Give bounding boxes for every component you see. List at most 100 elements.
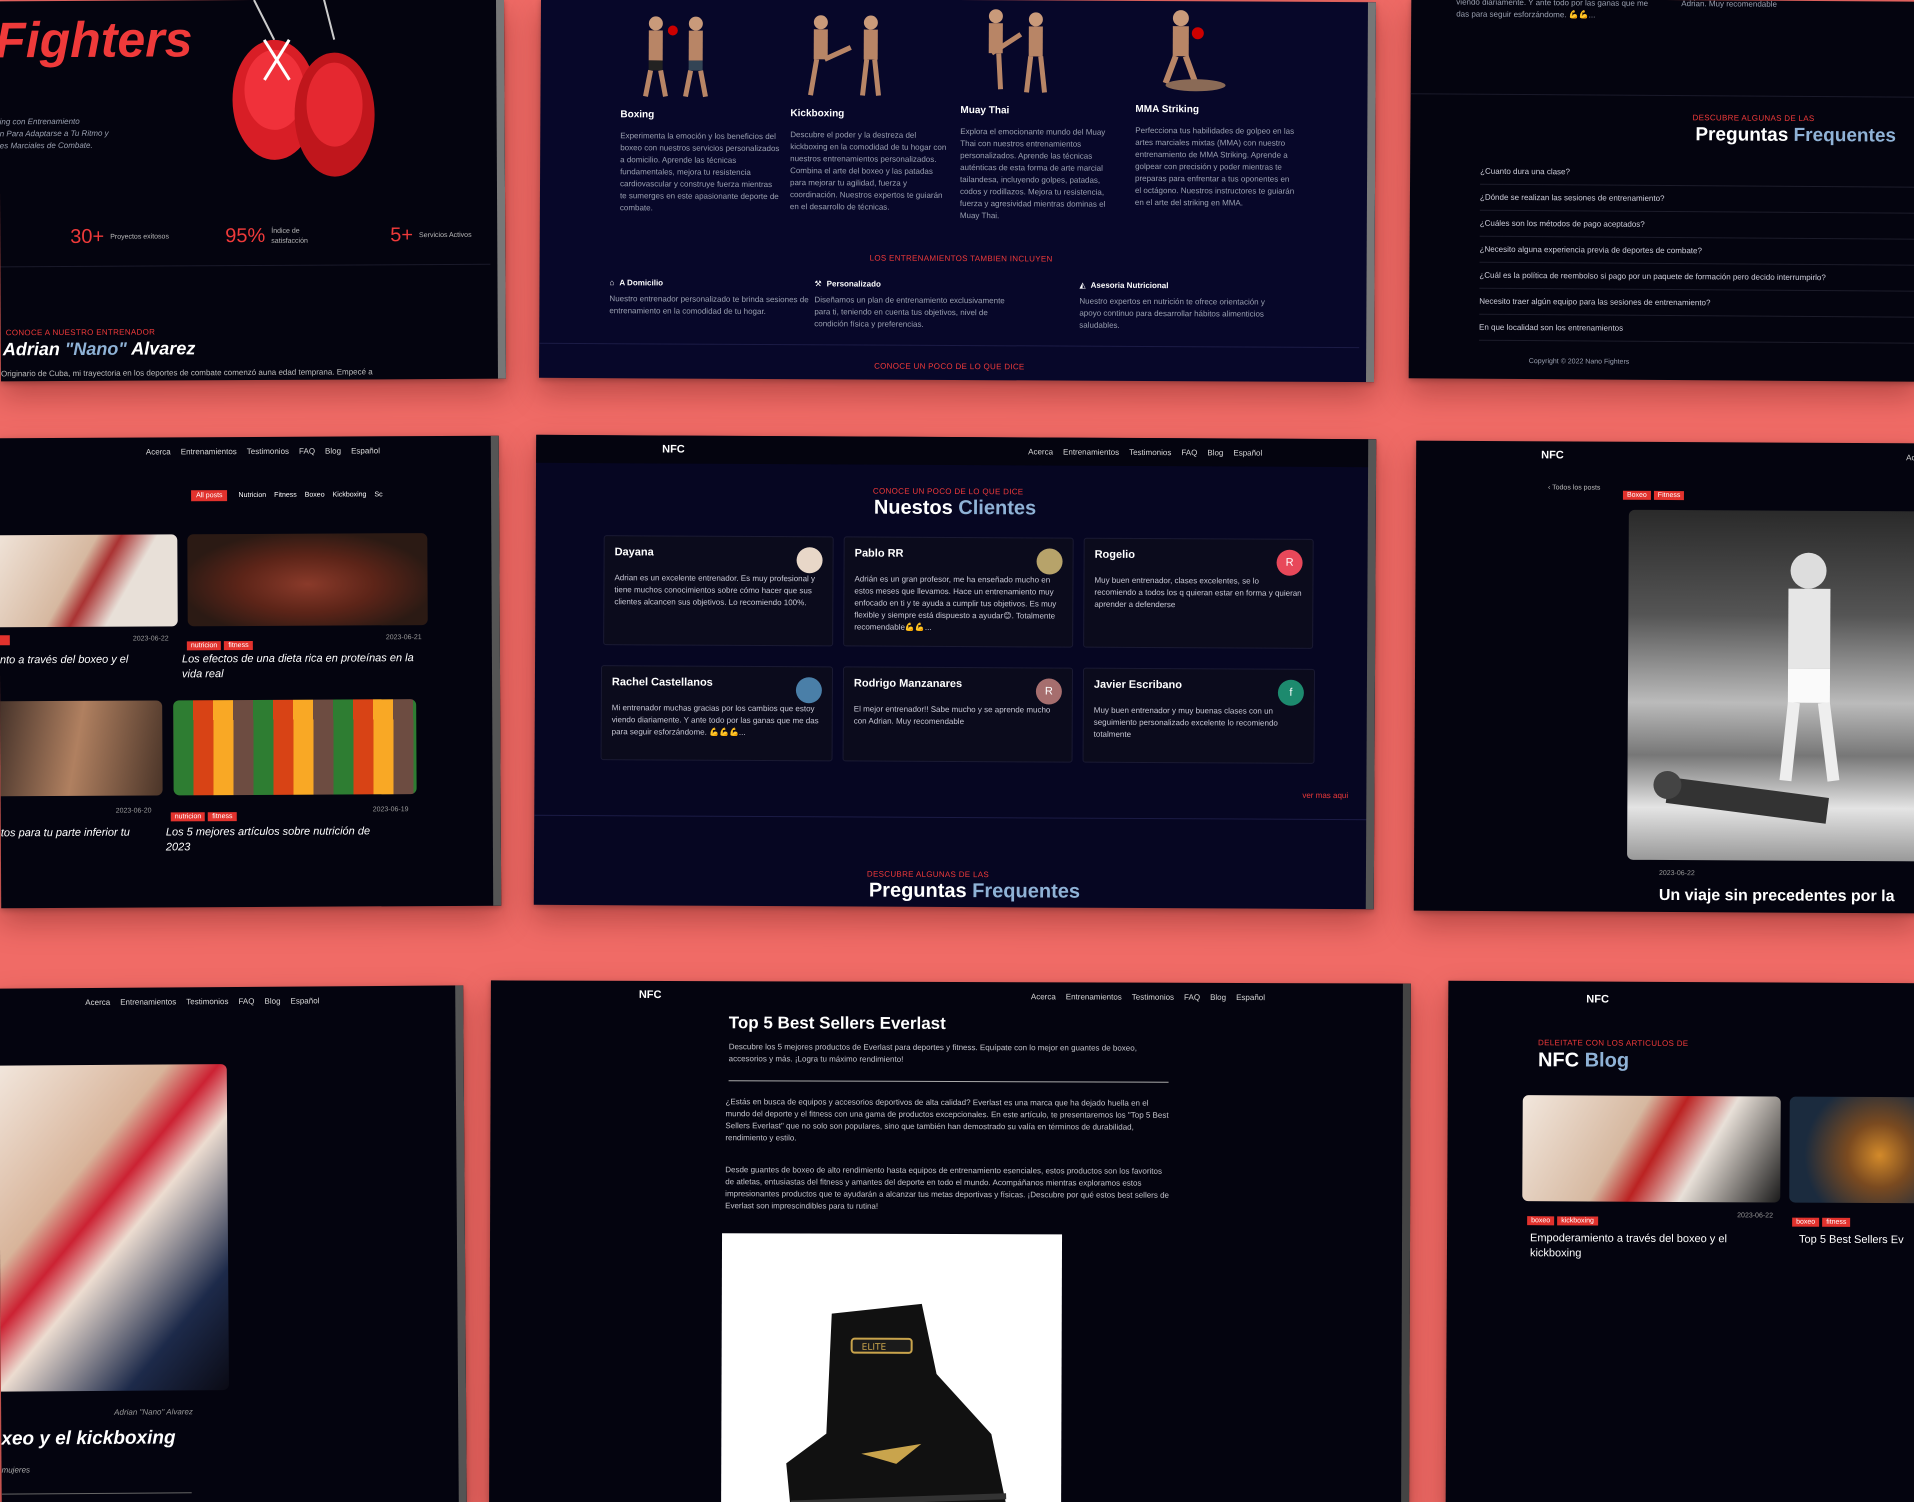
nav-item-entrenamientos[interactable]: Entrenamientos xyxy=(1063,448,1119,457)
testimonial-card: Rogelio R Muy buen entrenador, clases ex… xyxy=(1083,537,1314,649)
post-image-salad[interactable] xyxy=(173,699,417,796)
include-home: ⌂ A Domicilio Nuestro entrenador personal… xyxy=(609,278,809,316)
scrollbar[interactable] xyxy=(496,0,506,379)
post-title[interactable]: nto a través del boxeo y el xyxy=(0,653,150,669)
nav-item-language[interactable]: Español xyxy=(290,996,319,1005)
home-icon: ⌂ xyxy=(609,278,615,288)
nav-item-acerca[interactable]: Acerca xyxy=(1906,453,1914,462)
nav-item-language[interactable]: Español xyxy=(1233,448,1262,457)
trainer-kicker: CONOCE A NUESTRO ENTRENADOR xyxy=(5,327,156,338)
stat-services: 5+ Servicios Activos xyxy=(390,224,472,247)
nav-item-testimonios[interactable]: Testimonios xyxy=(186,997,228,1006)
nav-item-blog[interactable]: Blog xyxy=(264,997,280,1006)
post-tag xyxy=(0,635,10,646)
trainer-bio: Originario de Cuba, mi trayectoria en lo… xyxy=(0,367,373,379)
nav-item-entrenamientos[interactable]: Entrenamientos xyxy=(181,447,237,456)
nav-item-blog[interactable]: Blog xyxy=(1210,993,1226,1002)
avatar: f xyxy=(1277,679,1304,706)
post-hero-image xyxy=(1627,509,1914,862)
article-paragraph: Desde guantes de boxeo de alto rendimien… xyxy=(725,1165,1169,1211)
testimonial-fragment: Adrian. Muy recomendable xyxy=(1681,0,1777,9)
back-link[interactable]: ‹ Todos los posts xyxy=(1548,484,1600,491)
scrollbar[interactable] xyxy=(1365,439,1377,910)
post-title[interactable]: Los efectos de una dieta rica en proteín… xyxy=(182,651,422,682)
nav-item-entrenamientos[interactable]: Entrenamientos xyxy=(120,997,176,1006)
post-title[interactable]: Empoderamiento a través del boxeo y el k… xyxy=(1530,1231,1760,1262)
see-more-link[interactable]: ver mas aqui xyxy=(1302,791,1348,800)
kickboxing-fighters-image xyxy=(808,15,881,96)
nav-item-acerca[interactable]: Acerca xyxy=(1028,447,1053,456)
nav-item-entrenamientos[interactable]: Entrenamientos xyxy=(1066,992,1122,1001)
scrollbar[interactable] xyxy=(455,985,467,1502)
divider xyxy=(539,342,1360,349)
testimonial-card: Rodrigo Manzanares R El mejor entrenador… xyxy=(842,666,1074,763)
faq-question[interactable]: ¿Cuál es la política de reembolso si pag… xyxy=(1479,262,1914,292)
post-tags: nutricion fitness xyxy=(186,634,256,652)
nav-item-blog[interactable]: Blog xyxy=(325,447,341,456)
trainer-name: Adrian "Nano" Alvarez xyxy=(2,338,196,360)
post-image-wrap-hands[interactable] xyxy=(0,534,178,628)
scrollbar[interactable] xyxy=(1401,983,1411,1502)
divider xyxy=(0,263,491,268)
scrollbar[interactable] xyxy=(1365,2,1376,383)
logo[interactable]: NFC xyxy=(1541,449,1564,461)
post-date: 2023-06-22 xyxy=(1658,869,1695,878)
article-title: Top 5 Best Sellers Everlast xyxy=(728,1013,946,1033)
nav-item-acerca[interactable]: Acerca xyxy=(1031,992,1056,1001)
logo[interactable]: NFC xyxy=(1586,993,1609,1005)
filter-all[interactable]: All posts xyxy=(191,490,228,502)
faq-title: Preguntas Frequentes xyxy=(1695,124,1897,147)
faq-question[interactable]: ¿Necesito alguna experiencia previa de d… xyxy=(1479,236,1914,266)
nav-item-faq[interactable]: FAQ xyxy=(1184,993,1200,1002)
scrollbar[interactable] xyxy=(490,435,502,906)
faq-question[interactable]: En que localidad son los entrenamientos xyxy=(1478,314,1914,344)
service-muay-thai: Muay Thai Explora el emocionante mundo d… xyxy=(960,4,1121,223)
nav-item-testimonios[interactable]: Testimonios xyxy=(1132,993,1174,1002)
nav-item-acerca[interactable]: Acerca xyxy=(85,998,110,1007)
post-title[interactable]: tos para tu parte inferior tu xyxy=(1,826,146,842)
avatar: R xyxy=(1276,549,1303,576)
post-image-wrap-hands[interactable] xyxy=(1522,1095,1781,1203)
hero-title: Fighters xyxy=(0,11,193,69)
blog-list-panel: Acerca Entrenamientos Testimonios FAQ Bl… xyxy=(0,435,502,909)
testimonial-card: Dayana Adrian es un excelente entrenador… xyxy=(603,535,834,647)
filter-fitness[interactable]: Fitness xyxy=(274,492,297,499)
filter-boxeo[interactable]: Boxeo xyxy=(305,492,325,499)
nav-item-testimonios[interactable]: Testimonios xyxy=(1129,448,1171,457)
filter-more[interactable]: Sc xyxy=(374,491,382,498)
post-image-steak[interactable] xyxy=(187,533,428,627)
nav-item-language[interactable]: Español xyxy=(351,446,380,455)
faq-question[interactable]: Necesito traer algún equipo para las ses… xyxy=(1479,288,1914,318)
article-subtitle: mujeres xyxy=(1,1465,31,1475)
filter-nutricion[interactable]: Nutricion xyxy=(239,492,267,499)
post-title[interactable]: Top 5 Best Sellers Ev xyxy=(1799,1233,1904,1248)
nav-item-blog[interactable]: Blog xyxy=(1207,448,1223,457)
article-lead: Descubre los 5 mejores productos de Ever… xyxy=(728,1042,1137,1064)
mma-fighters-image xyxy=(1162,10,1226,92)
nav-item-faq[interactable]: FAQ xyxy=(1181,448,1197,457)
faq-question[interactable]: ¿Dónde se realizan las sesiones de entre… xyxy=(1479,184,1914,214)
includes-kicker: LOS ENTRENAMIENTOS TAMBIEN INCLUYEN xyxy=(869,253,1053,264)
post-image-everlast[interactable] xyxy=(1789,1096,1914,1204)
nav-item-language[interactable]: Español xyxy=(1236,993,1265,1002)
faq-kicker: DESCUBRE ALGUNAS DE LAS xyxy=(1692,113,1815,124)
post-image-gym[interactable] xyxy=(0,700,163,797)
nav-item-acerca[interactable]: Acerca xyxy=(146,447,171,456)
include-personalized: ⚒ Personalizado Diseñamos un plan de entr… xyxy=(814,279,1005,329)
testimonials-title: Nuestos Clientes xyxy=(873,496,1037,520)
post-title[interactable]: Los 5 mejores artículos sobre nutrición … xyxy=(166,824,396,855)
faq-question[interactable]: ¿Cuáles son los métodos de pago aceptado… xyxy=(1479,210,1914,240)
nav-item-faq[interactable]: FAQ xyxy=(238,997,254,1006)
hero-panel: Fighters ing con Entrenamiento n Para Ad… xyxy=(0,0,506,382)
nav-item-faq[interactable]: FAQ xyxy=(299,447,315,456)
logo[interactable]: NFC xyxy=(639,989,662,1001)
post-tags: boxeo fitness xyxy=(1792,1211,1853,1229)
article-author: Adrian "Nano" Alvarez xyxy=(114,1407,193,1417)
nav-item-testimonios[interactable]: Testimonios xyxy=(247,447,289,456)
logo[interactable]: NFC xyxy=(662,443,685,455)
post-date: 2023-06-20 xyxy=(115,807,152,815)
product-image: ELITE xyxy=(721,1233,1063,1502)
filter-kickboxing[interactable]: Kickboxing xyxy=(333,491,367,498)
stat-satisfaction: 95% Índice de satisfacción xyxy=(225,224,308,248)
faq-question[interactable]: ¿Cuanto dura una clase? xyxy=(1480,158,1914,188)
